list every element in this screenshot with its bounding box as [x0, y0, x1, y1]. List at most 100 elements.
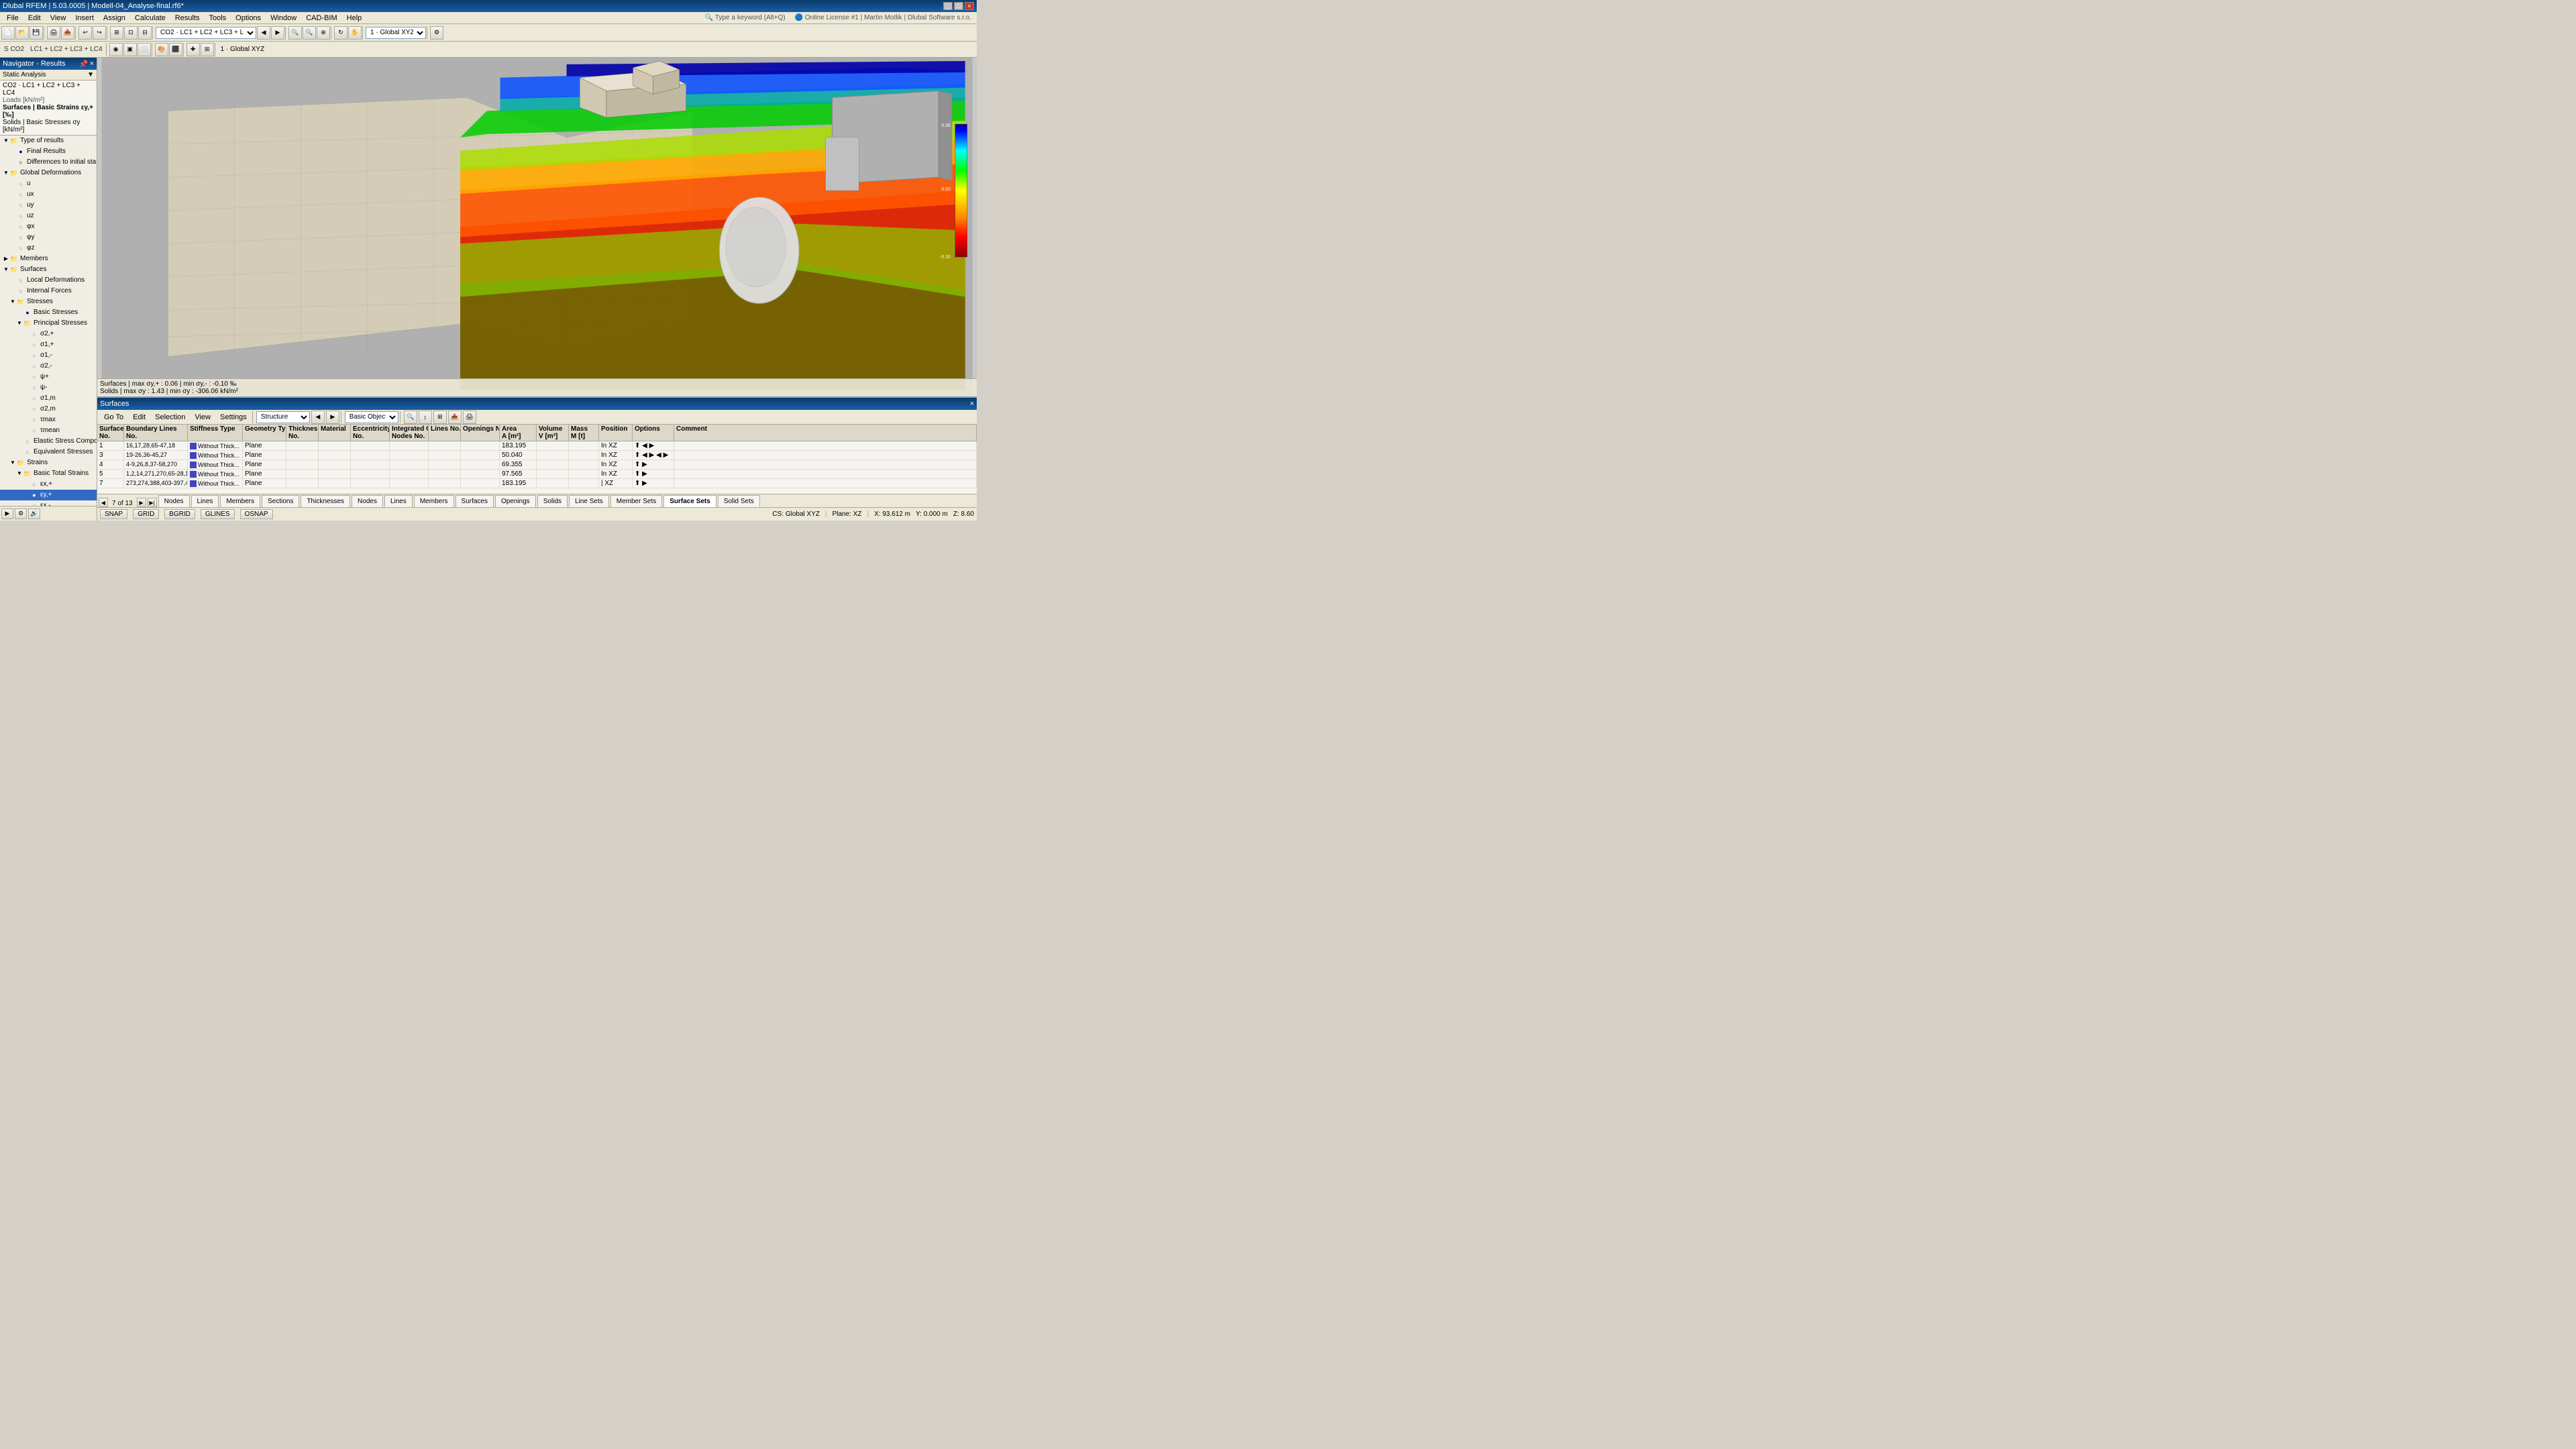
nav-sub-arrow[interactable]: ▼ — [87, 71, 94, 78]
open-btn[interactable]: 📂 — [15, 26, 29, 40]
tab-line-sets[interactable]: Line Sets — [569, 495, 609, 507]
nav-play-btn[interactable]: ▶ — [1, 508, 13, 519]
tree-strains[interactable]: ▼ 📁 Strains — [0, 458, 97, 468]
tree-internal-forces[interactable]: ○ Internal Forces — [0, 286, 97, 297]
load-prev[interactable]: ◀ — [257, 26, 270, 40]
tree-basic-total-strains[interactable]: ▼ 📁 Basic Total Strains — [0, 468, 97, 479]
tree-sigma2minus[interactable]: ○ σ2,- — [0, 361, 97, 372]
new-btn[interactable]: 📄 — [1, 26, 15, 40]
tree-sigma2m[interactable]: ○ σ2,m — [0, 404, 97, 415]
redo-btn[interactable]: ↪ — [93, 26, 106, 40]
load-next[interactable]: ▶ — [271, 26, 284, 40]
tab-solid-sets[interactable]: Solid Sets — [718, 495, 760, 507]
viewport[interactable]: 0.06 0.00 -0.10 Surfaces | max σy,+ : 0.… — [97, 58, 977, 396]
glines-btn-status[interactable]: GLINES — [201, 509, 235, 519]
display-btn2[interactable]: ▣ — [123, 43, 137, 56]
tree-ux[interactable]: ○ ux — [0, 189, 97, 200]
window-controls[interactable]: _ □ × — [943, 2, 974, 10]
wire-btn[interactable]: ⬛ — [169, 43, 182, 56]
struct-prev[interactable]: ◀ — [311, 411, 325, 424]
table-row[interactable]: 4 4-9,26,8,37-58,270 Without Thick... Pl… — [97, 460, 977, 470]
tab-lines2[interactable]: Lines — [384, 495, 413, 507]
tree-equivalent-stresses[interactable]: ○ Equivalent Stresses — [0, 447, 97, 458]
snap-btn-status[interactable]: SNAP — [100, 509, 127, 519]
export-table-btn[interactable]: 📤 — [448, 411, 462, 424]
view-menu[interactable]: View — [191, 413, 215, 422]
tree-principal-stresses[interactable]: ▼ 📁 Principal Stresses — [0, 318, 97, 329]
zoom-all[interactable]: ⊕ — [317, 26, 330, 40]
menu-tools[interactable]: Tools — [205, 13, 230, 23]
tree-eps-x-plus[interactable]: ○ εx,+ — [0, 479, 97, 490]
tab-nodes[interactable]: Nodes — [158, 495, 190, 507]
tab-member-sets[interactable]: Member Sets — [610, 495, 662, 507]
tab-openings[interactable]: Openings — [495, 495, 536, 507]
snap-btn[interactable]: ✚ — [186, 43, 200, 56]
bgrid-btn-status[interactable]: BGRID — [164, 509, 195, 519]
view-combo[interactable]: 1 · Global XYZ — [366, 27, 426, 39]
table-row[interactable]: 1 16,17,28,65-47,18 Without Thick... Pla… — [97, 441, 977, 451]
tree-stresses[interactable]: ▼ 📁 Stresses — [0, 297, 97, 307]
structure-combo[interactable]: Structure — [256, 411, 310, 423]
tree-taumax[interactable]: ○ τmax — [0, 415, 97, 425]
menu-assign[interactable]: Assign — [99, 13, 129, 23]
search-box[interactable]: 🔍 Type a keyword (Alt+Q) — [700, 14, 791, 21]
maximize-button[interactable]: □ — [954, 2, 963, 10]
tab-surfaces[interactable]: Surfaces — [455, 495, 494, 507]
menu-results[interactable]: Results — [171, 13, 204, 23]
nav-settings-btn[interactable]: ⚙ — [15, 508, 27, 519]
filter-btn[interactable]: 🔍 — [404, 411, 417, 424]
view3-btn[interactable]: ⊟ — [138, 26, 152, 40]
tree-differences[interactable]: ○ Differences to initial state — [0, 157, 97, 168]
print-table-btn[interactable]: 🖨 — [463, 411, 476, 424]
tree-type-of-results[interactable]: ▼ 📁 Type of results — [0, 136, 97, 146]
basic-objects-combo[interactable]: Basic Objects — [345, 411, 398, 423]
sort-btn[interactable]: ↕ — [419, 411, 432, 424]
table-row[interactable]: 5 1,2,14,271,270,65-28,166,262,65-2... W… — [97, 470, 977, 479]
save-btn[interactable]: 💾 — [30, 26, 43, 40]
rotate-btn[interactable]: ↻ — [334, 26, 347, 40]
tree-sigma1plus[interactable]: ○ σ1,+ — [0, 339, 97, 350]
undo-btn[interactable]: ↩ — [78, 26, 92, 40]
menu-calculate[interactable]: Calculate — [131, 13, 170, 23]
load-combo[interactable]: CO2 · LC1 + LC2 + LC3 + LC4 — [156, 27, 256, 39]
tab-lines[interactable]: Lines — [191, 495, 219, 507]
render-btn[interactable]: 🎨 — [155, 43, 168, 56]
menu-cad-bim[interactable]: CAD-BIM — [302, 13, 341, 23]
tree-basic-stresses[interactable]: ● Basic Stresses — [0, 307, 97, 318]
tree-surfaces[interactable]: ▼ 📁 Surfaces — [0, 264, 97, 275]
zoom-out[interactable]: 🔍 — [303, 26, 316, 40]
pan-btn[interactable]: ✋ — [348, 26, 362, 40]
view1-btn[interactable]: ⊞ — [110, 26, 123, 40]
tree-final-results[interactable]: ● Final Results — [0, 146, 97, 157]
tree-phix[interactable]: ○ φx — [0, 221, 97, 232]
bottom-panel-close[interactable]: × — [970, 400, 974, 408]
nav-sound-btn[interactable]: 🔊 — [28, 508, 40, 519]
export-btn[interactable]: 📤 — [61, 26, 74, 40]
menu-insert[interactable]: Insert — [71, 13, 98, 23]
tab-solids[interactable]: Solids — [537, 495, 568, 507]
tree-psiplus[interactable]: ○ ψ+ — [0, 372, 97, 382]
zoom-in[interactable]: 🔍 — [288, 26, 302, 40]
goto-menu[interactable]: Go To — [100, 413, 127, 422]
menu-window[interactable]: Window — [266, 13, 301, 23]
tree-phiy[interactable]: ○ φy — [0, 232, 97, 243]
tree-global-deformations[interactable]: ▼ 📁 Global Deformations — [0, 168, 97, 178]
tree-uy[interactable]: ○ uy — [0, 200, 97, 211]
tree-u[interactable]: ○ u — [0, 178, 97, 189]
table-row[interactable]: 3 19-26,36-45,27 Without Thick... Plane … — [97, 451, 977, 460]
tree-members[interactable]: ▶ 📁 Members — [0, 254, 97, 264]
tab-nodes2[interactable]: Nodes — [352, 495, 383, 507]
struct-next[interactable]: ▶ — [326, 411, 339, 424]
display-btn3[interactable]: ⬜ — [138, 43, 151, 56]
tab-sections[interactable]: Sections — [262, 495, 299, 507]
osnap-btn-status[interactable]: OSNAP — [240, 509, 273, 519]
grid-btn[interactable]: ⊞ — [201, 43, 214, 56]
tree-psiminus[interactable]: ○ ψ- — [0, 382, 97, 393]
edit-menu[interactable]: Edit — [129, 413, 150, 422]
tree-local-deformations[interactable]: ○ Local Deformations — [0, 275, 97, 286]
print-btn[interactable]: 🖨 — [47, 26, 60, 40]
tree-sigma2plus[interactable]: ○ σ2,+ — [0, 329, 97, 339]
tab-next-btn[interactable]: ▶ — [137, 498, 146, 507]
tree-eps-x-minus[interactable]: ○ εx,- — [0, 500, 97, 506]
nav-pin-btn[interactable]: 📌 — [79, 60, 89, 68]
